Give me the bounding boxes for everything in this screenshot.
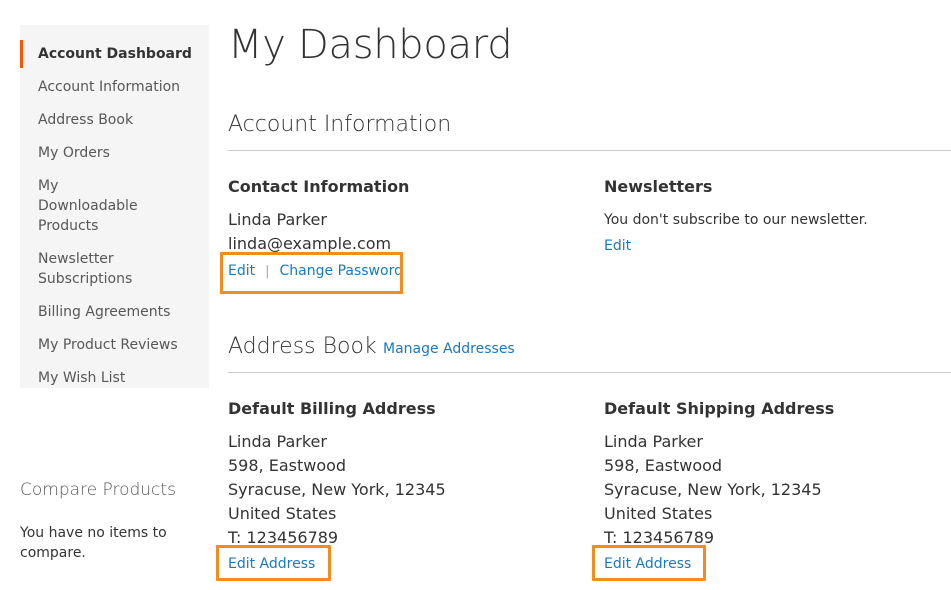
sidebar-item-my-wish-list[interactable]: My Wish List	[20, 368, 209, 388]
address-book-section-title: Address Book	[228, 334, 377, 359]
sidebar-item-address-book[interactable]: Address Book	[20, 110, 209, 130]
newsletters-status-text: You don't subscribe to our newsletter.	[604, 212, 868, 228]
account-information-section-title: Account Information	[228, 112, 452, 137]
sidebar-item-account-dashboard[interactable]: Account Dashboard	[20, 40, 209, 68]
billing-address-line: United States	[228, 504, 337, 523]
contact-name: Linda Parker	[228, 210, 327, 229]
newsletters-title: Newsletters	[604, 177, 713, 196]
shipping-address-line: 598, Eastwood	[604, 456, 723, 475]
contact-actions-highlight	[220, 252, 403, 294]
account-sidebar-nav: Account Dashboard Account Information Ad…	[20, 25, 209, 388]
default-billing-address-title: Default Billing Address	[228, 399, 436, 418]
section-divider	[228, 150, 951, 151]
billing-edit-highlight	[216, 545, 331, 581]
contact-information-title: Contact Information	[228, 177, 410, 196]
sidebar-item-billing-agreements[interactable]: Billing Agreements	[20, 302, 209, 322]
compare-products-title: Compare Products	[20, 480, 176, 500]
section-divider	[228, 372, 951, 373]
shipping-address-line: Linda Parker	[604, 432, 703, 451]
billing-address-line: Syracuse, New York, 12345	[228, 480, 446, 499]
billing-address-line: 598, Eastwood	[228, 456, 347, 475]
manage-addresses-link[interactable]: Manage Addresses	[383, 341, 515, 357]
sidebar-item-my-orders[interactable]: My Orders	[20, 143, 209, 163]
billing-address-line: Linda Parker	[228, 432, 327, 451]
shipping-address-line: Syracuse, New York, 12345	[604, 480, 822, 499]
sidebar-item-my-downloadable-products[interactable]: My Downloadable Products	[20, 176, 170, 236]
shipping-address-line: United States	[604, 504, 713, 523]
page-title: My Dashboard	[228, 22, 513, 68]
edit-newsletters-link[interactable]: Edit	[604, 238, 631, 254]
sidebar-item-account-information[interactable]: Account Information	[20, 77, 209, 97]
compare-products-empty-text: You have no items to compare.	[20, 525, 167, 561]
sidebar-item-my-product-reviews[interactable]: My Product Reviews	[20, 335, 209, 355]
sidebar-item-newsletter-subscriptions[interactable]: Newsletter Subscriptions	[20, 249, 150, 289]
default-shipping-address-title: Default Shipping Address	[604, 399, 835, 418]
shipping-edit-highlight	[592, 545, 706, 581]
